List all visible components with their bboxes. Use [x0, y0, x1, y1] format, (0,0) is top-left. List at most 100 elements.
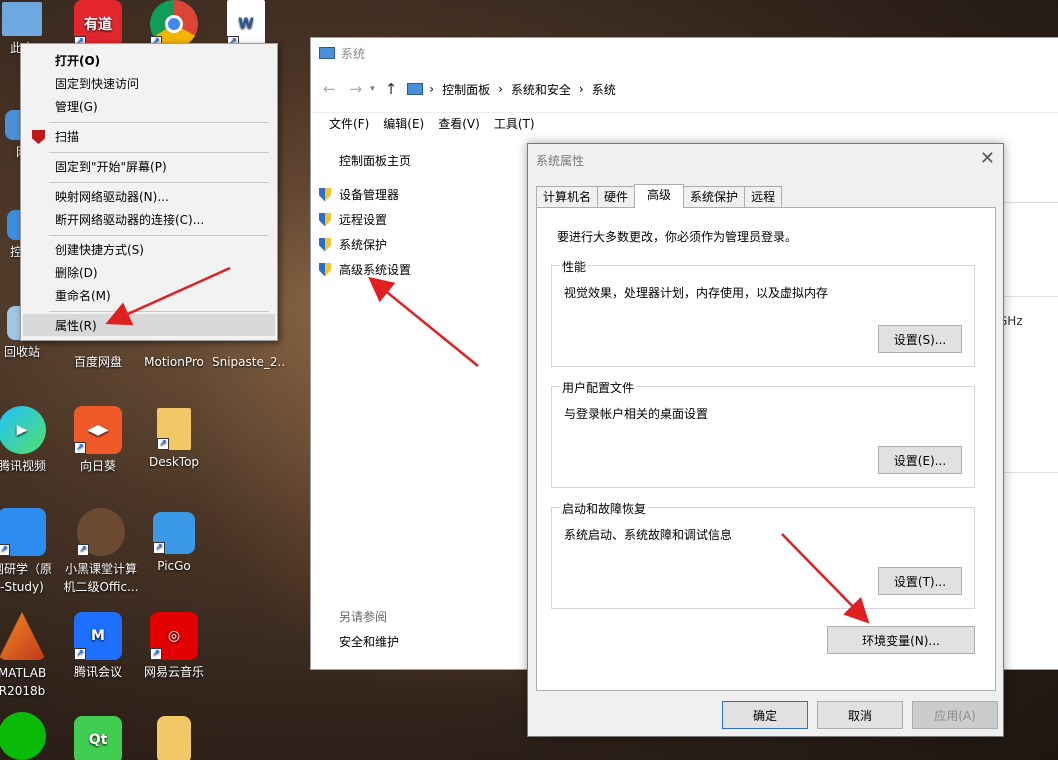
address-bar[interactable]: › 控制面板 › 系统和安全 › 系统 [407, 81, 616, 98]
advanced-tab-panel: 要进行大多数更改，你必须作为管理员登录。 性能 视觉效果，处理器计划，内存使用，… [536, 207, 996, 691]
tab-hardware[interactable]: 硬件 [597, 186, 636, 208]
admin-note: 要进行大多数更改，你必须作为管理员登录。 [557, 230, 798, 244]
desktop-icon-label: 腾讯会议 [73, 665, 122, 679]
desktop-icon-label: DeskTop [148, 455, 200, 469]
computer-icon [2, 2, 42, 36]
menu-item-rename[interactable]: 重命名(M) [55, 287, 111, 305]
menu-item-map-drive[interactable]: 映射网络驱动器(N)... [55, 188, 169, 206]
link-label: 高级系统设置 [339, 263, 412, 277]
apply-button[interactable]: 应用(A) [912, 701, 998, 729]
menu-view[interactable]: 查看(V) [438, 115, 480, 132]
folder-icon: ↗ [157, 408, 191, 450]
group-title: 启动和故障恢复 [560, 500, 649, 517]
context-menu: 打开(O) 固定到快速访问 管理(G) 扫描 固定到"开始"屏幕(P) 映射网络… [20, 43, 278, 341]
desktop-icon-label: MotionPro [144, 355, 204, 369]
menu-item-manage[interactable]: 管理(G) [55, 98, 98, 116]
study-icon: ↗ [0, 508, 46, 556]
link-system-protection[interactable]: 系统保护 [317, 236, 387, 253]
menu-edit[interactable]: 编辑(E) [383, 115, 424, 132]
tab-advanced[interactable]: 高级 [634, 184, 685, 208]
menu-item-open[interactable]: 打开(O) [55, 52, 100, 70]
forward-arrow-icon[interactable]: → [350, 80, 363, 98]
navigation-bar: ← → ▾ ↑ › 控制面板 › 系统和安全 › 系统 [311, 74, 1058, 104]
menu-item-create-shortcut[interactable]: 创建快捷方式(S) [55, 241, 144, 259]
menu-item-disconnect-drive[interactable]: 断开网络驱动器的连接(C)... [55, 211, 204, 229]
tab-system-protection[interactable]: 系统保护 [683, 186, 746, 208]
link-remote-settings[interactable]: 远程设置 [317, 211, 387, 228]
word-icon: W ↗ [227, 0, 265, 48]
shield-icon [317, 237, 333, 253]
shield-icon [317, 187, 333, 203]
desktop-icon-folder[interactable] [138, 716, 210, 760]
desktop-icon-study[interactable]: ↗ 网研学（原-Study) [0, 508, 58, 596]
link-device-manager[interactable]: 设备管理器 [317, 186, 399, 203]
back-arrow-icon[interactable]: ← [323, 80, 336, 98]
group-user-profiles: 用户配置文件 与登录帐户相关的桌面设置 设置(E)... [551, 379, 975, 488]
menu-separator [49, 235, 269, 236]
link-advanced-system-settings[interactable]: 高级系统设置 [317, 261, 411, 278]
performance-settings-button[interactable]: 设置(S)... [878, 325, 962, 353]
group-description: 与登录帐户相关的桌面设置 [564, 407, 709, 421]
desktop-icon-label: 向日葵 [79, 459, 116, 473]
menu-file[interactable]: 文件(F) [329, 115, 369, 132]
menu-separator [49, 122, 269, 123]
up-arrow-icon[interactable]: ↑ [385, 80, 398, 98]
link-label: 远程设置 [339, 213, 388, 227]
link-security-maintenance[interactable]: 安全和维护 [339, 633, 399, 650]
control-panel-small-icon [407, 83, 424, 95]
desktop-icon-sunlogin[interactable]: ◀▶ ↗ 向日葵 [62, 406, 134, 474]
startup-recovery-settings-button[interactable]: 设置(T)... [878, 567, 962, 595]
chevron-down-icon[interactable]: ▾ [370, 84, 375, 94]
breadcrumb-separator: › [498, 82, 503, 96]
wechat-icon [0, 712, 46, 760]
breadcrumb-system[interactable]: 系统 [592, 81, 616, 98]
menu-item-properties[interactable]: 属性(R) [55, 317, 97, 335]
menu-item-pin-start[interactable]: 固定到"开始"屏幕(P) [55, 158, 167, 176]
group-title: 性能 [560, 258, 589, 275]
system-window-icon [319, 47, 335, 59]
user-profiles-settings-button[interactable]: 设置(E)... [878, 446, 962, 474]
window-title: 系统 [341, 46, 366, 61]
desktop-icon-picgo[interactable]: ↗ PicGo [138, 512, 210, 574]
xiaohei-avatar-icon: ↗ [77, 508, 125, 556]
chrome-icon: ↗ [150, 0, 198, 48]
tab-strip: 计算机名 硬件 高级 系统保护 远程 [536, 184, 783, 208]
desktop-icon-netease-music[interactable]: ◎ ↗ 网易云音乐 [138, 612, 210, 680]
cancel-button[interactable]: 取消 [817, 701, 903, 729]
group-description: 视觉效果，处理器计划，内存使用，以及虚拟内存 [564, 286, 829, 300]
breadcrumb-control-panel[interactable]: 控制面板 [442, 81, 490, 98]
mcafee-shield-icon [32, 130, 45, 144]
see-also-heading: 另请参阅 [339, 610, 388, 624]
tencent-video-icon: ▶ [0, 406, 46, 454]
youdao-icon: 有道 ↗ [74, 0, 122, 48]
breadcrumb-separator: › [578, 82, 584, 96]
menu-item-scan[interactable]: 扫描 [55, 128, 79, 146]
breadcrumb-separator: › [429, 82, 435, 96]
ok-button[interactable]: 确定 [722, 701, 808, 729]
tab-remote[interactable]: 远程 [744, 186, 783, 208]
sunlogin-icon: ◀▶ ↗ [74, 406, 122, 454]
desktop-icon-qt[interactable]: Qt [62, 716, 134, 760]
desktop-icon-label: 回收站 [3, 345, 40, 359]
system-properties-dialog: 系统属性 ✕ 计算机名 硬件 高级 系统保护 远程 要进行大多数更改，你必须作为… [527, 143, 1004, 737]
desktop-icon-xiaohei[interactable]: ↗ 小黑课堂计算 机二级Offic... [62, 508, 140, 596]
menu-tools[interactable]: 工具(T) [494, 115, 535, 132]
matlab-icon [0, 612, 46, 660]
window-titlebar: 系统 [311, 38, 1058, 68]
link-label: 系统保护 [339, 238, 388, 252]
desktop-icon-wechat[interactable] [0, 712, 58, 760]
desktop-icon-label: 腾讯视频 [0, 459, 46, 473]
breadcrumb-system-security[interactable]: 系统和安全 [511, 81, 571, 98]
tab-computer-name[interactable]: 计算机名 [536, 186, 599, 208]
environment-variables-button[interactable]: 环境变量(N)... [827, 626, 975, 654]
menu-item-pin-quick-access[interactable]: 固定到快速访问 [55, 75, 139, 93]
desktop-icon-tencent-meeting[interactable]: M ↗ 腾讯会议 [62, 612, 134, 680]
desktop-icon-desktop-folder[interactable]: ↗ DeskTop [138, 408, 210, 470]
desktop-icon-matlab[interactable]: MATLAB R2018b [0, 612, 58, 700]
menu-bar: 文件(F) 编辑(E) 查看(V) 工具(T) [311, 112, 1058, 134]
menu-item-delete[interactable]: 删除(D) [55, 264, 98, 282]
shield-icon [317, 212, 333, 228]
control-panel-home-link[interactable]: 控制面板主页 [339, 152, 411, 169]
desktop-icon-tencent-video[interactable]: ▶ 腾讯视频 [0, 406, 58, 474]
close-icon[interactable]: ✕ [980, 148, 995, 169]
